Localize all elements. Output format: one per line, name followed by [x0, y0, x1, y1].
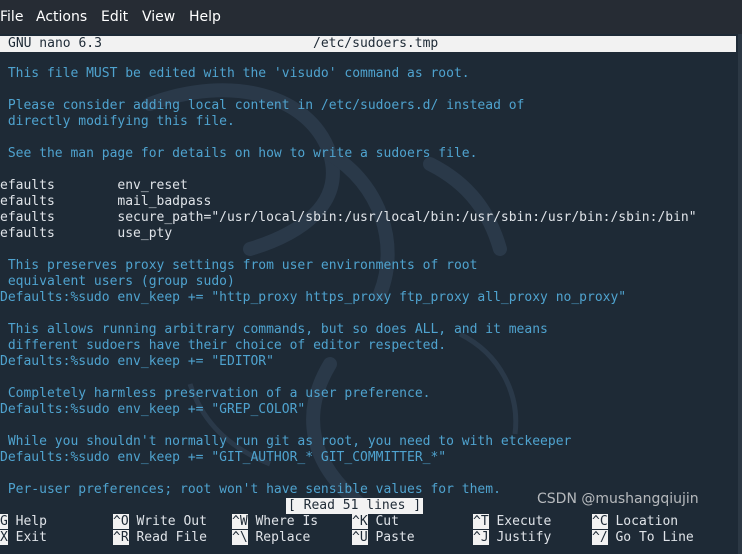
shortcut-label: Paste	[367, 530, 415, 545]
status-message: [ Read 51 lines ]	[286, 498, 424, 514]
shortcut-key: ^\	[232, 530, 248, 545]
shortcut-label: Go To Line	[607, 530, 694, 545]
shortcut-key: ^/	[592, 530, 608, 545]
shortcut-label: Cut	[367, 514, 399, 529]
shortcut-replace[interactable]: ^\ Replace	[232, 530, 310, 546]
terminal-scrollbar[interactable]	[738, 34, 742, 554]
shortcut-key: ^O	[113, 514, 129, 529]
editor-line[interactable]: Please consider adding local content in …	[0, 98, 525, 114]
shortcut-location[interactable]: ^C Location	[592, 514, 678, 530]
shortcut-label: Where Is	[247, 514, 319, 529]
shortcut-write-out[interactable]: ^O Write Out	[113, 514, 207, 530]
menu-view[interactable]: View	[142, 9, 175, 26]
csdn-watermark: CSDN @mushangqiujin	[537, 491, 699, 507]
shortcut-cut[interactable]: ^K Cut	[352, 514, 399, 530]
shortcut-label: Execute	[488, 514, 552, 529]
shortcut-label: Replace	[247, 530, 311, 545]
menu-edit[interactable]: Edit	[101, 9, 128, 26]
shortcut-key: ^T	[473, 514, 489, 529]
shortcut-key: ^W	[232, 514, 248, 529]
editor-line[interactable]: efaults use_pty	[0, 226, 172, 242]
shortcut-label: Write Out	[128, 514, 207, 529]
shortcut-label: Justify	[488, 530, 552, 545]
nano-titlebar: GNU nano 6.3 /etc/sudoers.tmp	[0, 36, 736, 52]
terminal-window[interactable]: GNU nano 6.3 /etc/sudoers.tmp This file …	[0, 34, 742, 554]
shortcut-execute[interactable]: ^T Execute	[473, 514, 551, 530]
editor-line[interactable]: efaults env_reset	[0, 178, 188, 194]
shortcut-exit[interactable]: X Exit	[0, 530, 47, 546]
editor-line[interactable]: Defaults:%sudo env_keep += "EDITOR"	[0, 354, 274, 370]
shortcut-go-to-line[interactable]: ^/ Go To Line	[592, 530, 694, 546]
shortcut-key: X	[0, 530, 8, 545]
editor-line[interactable]: Defaults:%sudo env_keep += "GIT_AUTHOR_*…	[0, 450, 446, 466]
menu-file[interactable]: File	[0, 9, 23, 26]
shortcut-label: Exit	[7, 530, 47, 545]
editor-line[interactable]: efaults secure_path="/usr/local/sbin:/us…	[0, 210, 697, 226]
shortcut-key: ^J	[473, 530, 489, 545]
menubar: File Actions Edit View Help	[0, 0, 742, 34]
editor-line[interactable]: efaults mail_badpass	[0, 194, 211, 210]
editor-line[interactable]: different sudoers have their choice of e…	[0, 338, 446, 354]
shortcut-label: Location	[607, 514, 679, 529]
menu-help[interactable]: Help	[189, 9, 221, 26]
shortcut-key: ^K	[352, 514, 368, 529]
shortcut-key: ^R	[113, 530, 129, 545]
shortcut-paste[interactable]: ^U Paste	[352, 530, 415, 546]
shortcut-label: Help	[7, 514, 47, 529]
shortcut-key: G	[0, 514, 8, 529]
nano-filename: /etc/sudoers.tmp	[313, 36, 439, 51]
editor-line[interactable]: directly modifying this file.	[0, 114, 235, 130]
editor-line[interactable]: Defaults:%sudo env_keep += "GREP_COLOR"	[0, 402, 305, 418]
editor-line[interactable]: This preserves proxy settings from user …	[0, 258, 478, 274]
editor-line[interactable]: Per-user preferences; root won't have se…	[0, 482, 501, 498]
editor-line[interactable]: equivalent users (group sudo)	[0, 274, 235, 290]
shortcut-justify[interactable]: ^J Justify	[473, 530, 551, 546]
editor-line[interactable]: This file MUST be edited with the 'visud…	[0, 66, 470, 82]
menu-actions[interactable]: Actions	[36, 9, 87, 26]
shortcut-read-file[interactable]: ^R Read File	[113, 530, 207, 546]
editor-line[interactable]: This allows running arbitrary commands, …	[0, 322, 548, 338]
editor-line[interactable]: Defaults:%sudo env_keep += "http_proxy h…	[0, 290, 626, 306]
shortcut-key: ^U	[352, 530, 368, 545]
editor-line[interactable]: Completely harmless preservation of a us…	[0, 386, 431, 402]
editor-line[interactable]: See the man page for details on how to w…	[0, 146, 478, 162]
shortcut-help[interactable]: G Help	[0, 514, 47, 530]
shortcut-key: ^C	[592, 514, 608, 529]
shortcut-label: Read File	[128, 530, 207, 545]
nano-version: GNU nano 6.3	[8, 36, 102, 51]
shortcut-where-is[interactable]: ^W Where Is	[232, 514, 318, 530]
editor-line[interactable]: While you shouldn't normally run git as …	[0, 434, 572, 450]
